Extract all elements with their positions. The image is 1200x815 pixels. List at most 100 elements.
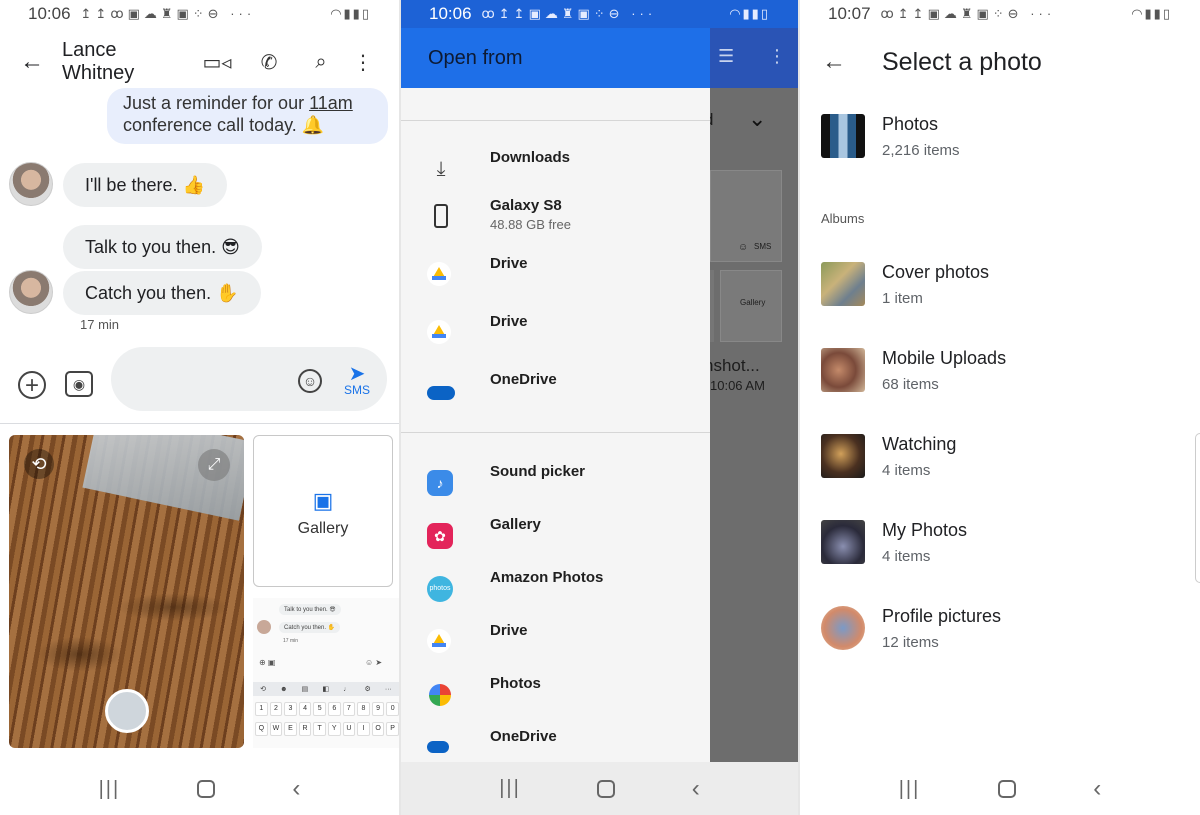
recent-screenshot-thumbnail[interactable]: Talk to you then. 😎 Catch you then. ✋ 17… <box>253 598 399 748</box>
gallery-camera-icon[interactable]: ◉ <box>65 371 93 397</box>
add-attachment-icon[interactable]: + <box>18 371 46 399</box>
open-from-drawer: Open from ⤓ Downloads Galaxy S8 48.88 GB… <box>401 28 710 762</box>
time-link[interactable]: 11am <box>309 93 353 113</box>
switch-camera-icon[interactable]: ⟲ <box>24 449 54 479</box>
thumb-key: I <box>357 722 370 736</box>
message-timestamp: 17 min <box>80 317 120 332</box>
drawer-divider <box>401 120 710 121</box>
album-item[interactable]: Watching 4 items <box>800 434 1200 494</box>
photos-item[interactable]: Photos 2,216 items <box>800 114 1200 174</box>
drawer-item-label: OneDrive <box>490 728 557 745</box>
home-icon[interactable] <box>997 780 1016 798</box>
contact-avatar[interactable] <box>9 270 53 314</box>
emoji-icon[interactable]: ☺ <box>298 369 322 393</box>
home-icon[interactable] <box>197 780 216 798</box>
drawer-item-label: Photos <box>490 675 541 692</box>
album-count: 68 items <box>882 376 939 393</box>
system-nav-bar: ||| ‹ <box>0 763 399 815</box>
conversation-app-bar: ← Lance Whitney ▭◃ ✆ ⌕ ⋮ <box>0 39 399 84</box>
message-input[interactable]: ☺ ➤ SMS <box>111 347 387 411</box>
back-icon[interactable]: ‹ <box>1093 775 1101 803</box>
drive-icon <box>427 320 455 348</box>
recents-icon[interactable]: ||| <box>99 778 121 801</box>
google-photos-icon <box>427 682 455 710</box>
background-card <box>710 270 714 342</box>
thumb-letter-row: QWERTYUIOP <box>255 722 399 736</box>
list-view-icon: ☰ <box>718 46 735 66</box>
drawer-item-galaxy-s8[interactable]: Galaxy S8 48.88 GB free <box>401 194 710 242</box>
notification-icons: ↥↥ꝏ▣☁♜▣⁘⊖ ··· <box>80 6 256 21</box>
expand-icon[interactable]: ⤢ <box>198 449 230 481</box>
back-arrow-icon[interactable]: ← <box>20 48 62 76</box>
album-count: 4 items <box>882 462 931 479</box>
thumb-key: O <box>371 722 385 736</box>
album-thumbnail <box>821 262 865 306</box>
send-icon: ➤ <box>348 363 366 385</box>
thumb-key: E <box>284 722 297 736</box>
open-from-screen: 10:06 ꝏ↥↥▣☁♜▣⁘⊖ ··· ◠▮▮▯ ☰ ⋮ d ⌄ ☺ SMS G… <box>401 0 798 815</box>
signal-battery-icons: ◠▮▮▯ <box>330 6 371 21</box>
thumb-key: 2 <box>269 702 283 716</box>
drawer-item-label: Galaxy S8 <box>490 197 562 214</box>
contact-name: Lance Whitney <box>62 39 135 84</box>
recents-icon[interactable]: ||| <box>899 778 921 801</box>
thumb-avatar <box>257 620 271 634</box>
drawer-item-drive[interactable]: Drive <box>401 310 710 358</box>
drawer-item-drive[interactable]: Drive <box>401 252 710 300</box>
send-button[interactable]: ➤ SMS <box>337 363 377 397</box>
thumb-key: 3 <box>284 702 297 716</box>
thumb-send-icons: ☺ ➤ <box>365 658 383 667</box>
contact-avatar[interactable] <box>9 162 53 206</box>
incoming-message[interactable]: Talk to you then. 😎 <box>63 225 262 269</box>
drawer-item-amazon-photos[interactable]: photos Amazon Photos <box>401 566 710 614</box>
back-arrow-icon[interactable]: ← <box>822 48 882 76</box>
phone-call-icon[interactable]: ✆ <box>243 50 295 75</box>
drawer-item-photos[interactable]: Photos <box>401 672 710 720</box>
drawer-item-onedrive[interactable]: OneDrive <box>401 368 710 416</box>
notification-icons: ꝏ↥↥▣☁♜▣⁘⊖ ··· <box>481 6 657 21</box>
send-label: SMS <box>343 383 370 397</box>
edge-panel-handle[interactable] <box>1195 433 1200 583</box>
background-app-bar: ☰ ⋮ <box>710 28 798 88</box>
thumb-key: Y <box>327 722 341 736</box>
thumb-key: 4 <box>298 702 312 716</box>
drawer-item-sound-picker[interactable]: ♪ Sound picker <box>401 460 710 508</box>
drawer-item-downloads[interactable]: ⤓ Downloads <box>401 146 710 194</box>
gallery-tile[interactable]: ▣ Gallery <box>253 435 393 587</box>
back-icon[interactable]: ‹ <box>692 775 700 803</box>
system-nav-bar: ||| ‹ <box>401 762 798 815</box>
notification-icons: ꝏ↥↥▣☁♜▣⁘⊖ ··· <box>880 6 1056 21</box>
album-item[interactable]: Profile pictures 12 items <box>800 606 1200 666</box>
shutter-button[interactable] <box>105 689 149 733</box>
drawer-item-gallery[interactable]: ✿ Gallery <box>401 513 710 561</box>
gallery-tile-label: Gallery <box>297 520 349 537</box>
search-icon[interactable]: ⌕ <box>295 51 347 74</box>
album-item[interactable]: My Photos 4 items <box>800 520 1200 580</box>
albums-section-label: Albums <box>821 211 865 226</box>
more-options-icon[interactable]: ⋮ <box>347 50 379 75</box>
page-title: Select a photo <box>882 47 1042 76</box>
photos-thumbnail <box>821 114 865 158</box>
thumb-key: 7 <box>342 702 356 716</box>
album-item[interactable]: Mobile Uploads 68 items <box>800 348 1200 408</box>
incoming-message[interactable]: I'll be there. 👍 <box>63 163 227 207</box>
status-bar: 10:06 ↥↥ꝏ▣☁♜▣⁘⊖ ··· ◠▮▮▯ <box>0 0 399 28</box>
thumb-key: 9 <box>371 702 385 716</box>
camera-preview[interactable]: ⟲ ⤢ <box>9 435 244 748</box>
album-item[interactable]: Cover photos 1 item <box>800 262 1200 322</box>
system-nav-bar: ||| ‹ <box>800 763 1200 815</box>
album-thumbnail <box>821 606 865 650</box>
onedrive-icon <box>427 378 455 406</box>
outgoing-message[interactable]: Just a reminder for our 11am conference … <box>107 88 388 144</box>
gallery-icon: ✿ <box>427 523 455 551</box>
thumb-key: T <box>313 722 326 736</box>
home-icon[interactable] <box>597 779 616 798</box>
drawer-item-label: Drive <box>490 255 528 272</box>
recents-icon[interactable]: ||| <box>499 777 521 800</box>
back-icon[interactable]: ‹ <box>292 775 300 803</box>
video-call-icon[interactable]: ▭◃ <box>191 50 243 75</box>
drawer-item-drive[interactable]: Drive <box>401 619 710 667</box>
drive-icon <box>427 629 455 657</box>
incoming-message[interactable]: Catch you then. ✋ <box>63 271 261 315</box>
drawer-divider <box>401 432 710 433</box>
